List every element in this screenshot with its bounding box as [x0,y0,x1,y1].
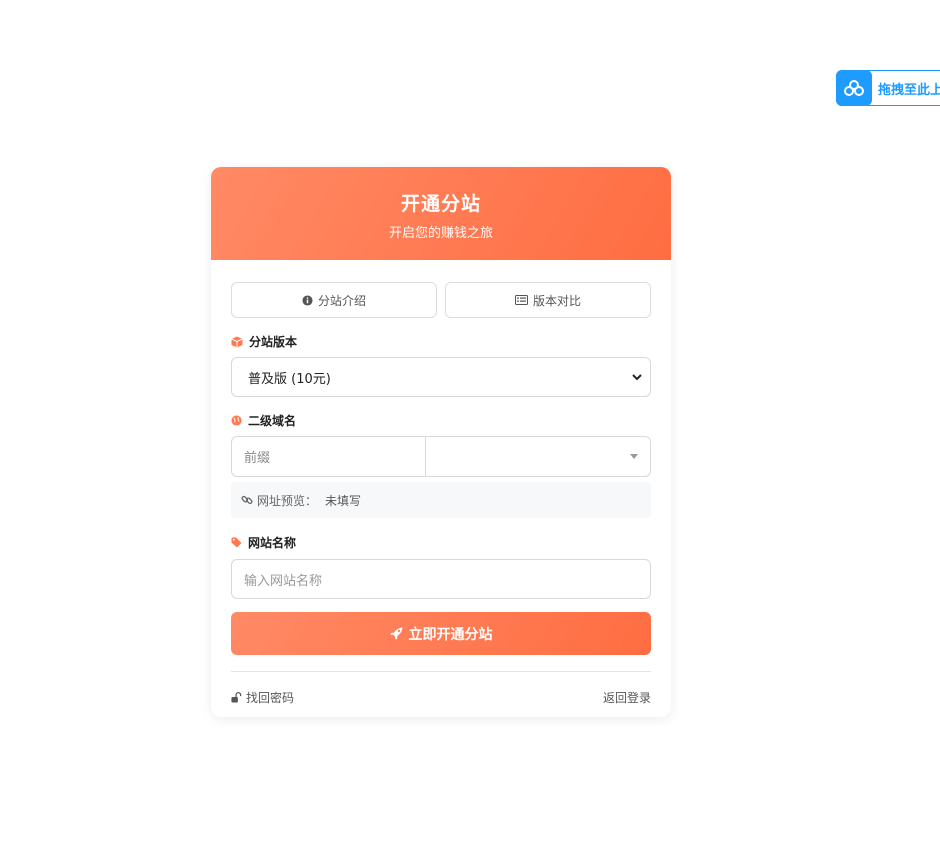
drag-upload-label: 拖拽至此上 [878,82,940,98]
page-title: 开通分站 [400,193,481,215]
site-name-input[interactable]: 输入网站名称 [231,559,651,599]
cube-icon [231,336,243,347]
intro-button-label: 分站介绍 [317,293,366,308]
caret-down-icon [630,454,638,459]
open-substation-button-label: 立即开通分站 [408,626,493,643]
drag-upload-widget[interactable]: 拖拽至此上 [836,69,940,106]
back-to-login-link[interactable]: 返回登录 [603,689,651,706]
version-label-text: 分站版本 [249,335,298,349]
site-name-label: 网站名称 [231,534,651,551]
globe-icon [231,415,242,426]
version-select-value: 普及版 (10元) [248,371,331,387]
link-icon [241,495,253,505]
open-substation-card: 开通分站 开启您的赚钱之旅 分站介绍 版本对比 分站版本 普及版 (10元) 二… [211,167,671,717]
tag-icon [231,537,242,548]
site-name-placeholder: 输入网站名称 [244,573,323,589]
domain-prefix-placeholder: 前缀 [244,451,271,466]
compare-button-label: 版本对比 [532,293,581,308]
domain-prefix-input[interactable]: 前缀 [232,437,426,476]
list-table-icon [514,295,528,305]
card-header: 开通分站 开启您的赚钱之旅 [211,167,671,260]
domain-label: 二级域名 [231,412,651,429]
site-name-label-text: 网站名称 [248,536,297,550]
compare-button[interactable]: 版本对比 [445,282,651,318]
info-circle-icon [302,294,313,306]
intro-button[interactable]: 分站介绍 [231,282,437,318]
domain-suffix-select[interactable] [426,437,650,476]
domain-input-group: 前缀 [231,436,651,477]
page-subtitle: 开启您的赚钱之旅 [388,226,493,241]
url-preview-label: 网址预览： [257,493,318,508]
rocket-icon [390,627,402,640]
domain-label-text: 二级域名 [248,414,297,428]
unlock-icon [231,692,242,703]
forgot-password-link[interactable]: 找回密码 [231,689,294,706]
chevron-down-icon [632,373,642,380]
baidu-cloud-icon [836,69,872,106]
url-preview-value: 未填写 [325,493,362,508]
open-substation-button[interactable]: 立即开通分站 [231,612,651,655]
version-label: 分站版本 [231,333,651,350]
version-select[interactable]: 普及版 (10元) [231,357,651,397]
url-preview: 网址预览： 未填写 [231,482,651,518]
divider [231,671,651,672]
forgot-password-label: 找回密码 [246,691,295,705]
